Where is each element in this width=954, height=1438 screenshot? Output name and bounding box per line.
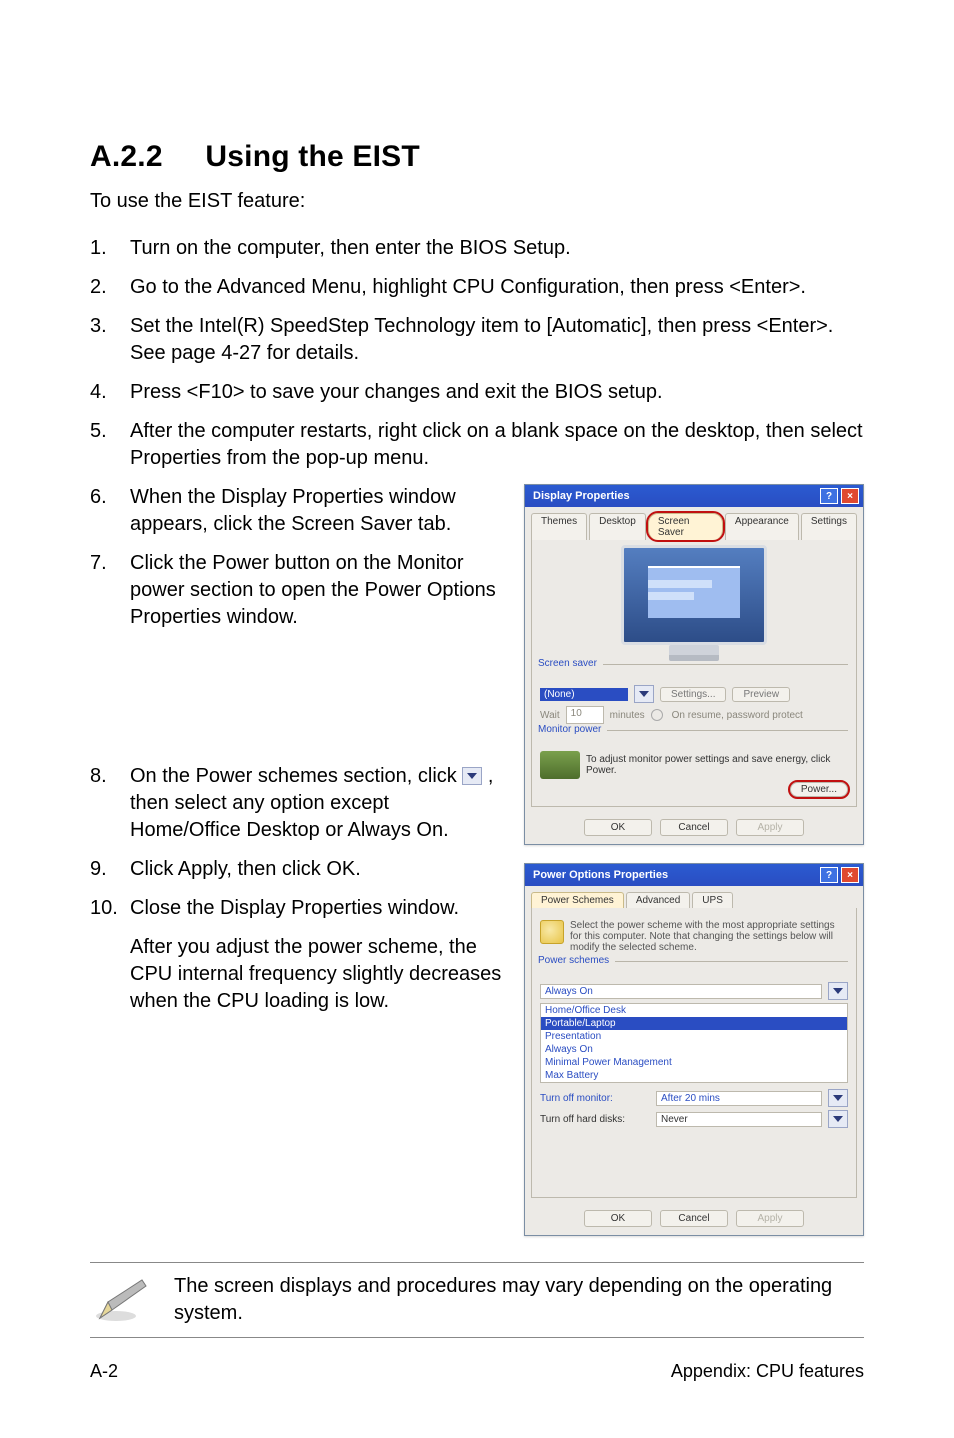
screensaver-select[interactable]: (None) bbox=[540, 688, 628, 701]
tab-screen-saver[interactable]: Screen Saver bbox=[648, 513, 723, 540]
cancel-button[interactable]: Cancel bbox=[660, 819, 728, 836]
disk-off-label: Turn off hard disks: bbox=[540, 1114, 650, 1125]
footer-title: Appendix: CPU features bbox=[671, 1361, 864, 1382]
step-number: 3. bbox=[90, 313, 130, 367]
note-text: The screen displays and procedures may v… bbox=[174, 1273, 864, 1327]
note-block: The screen displays and procedures may v… bbox=[90, 1262, 864, 1338]
step-number: 6. bbox=[90, 484, 130, 538]
ok-button[interactable]: OK bbox=[584, 819, 652, 836]
step-text: Click the Power button on the Monitor po… bbox=[130, 550, 504, 631]
section-number: A.2.2 bbox=[90, 140, 163, 173]
section-title: Using the EIST bbox=[205, 140, 420, 173]
wait-label: Wait bbox=[540, 710, 560, 721]
step-number: 4. bbox=[90, 379, 130, 406]
tab-desktop[interactable]: Desktop bbox=[589, 513, 646, 540]
dialog-title: Power Options Properties bbox=[533, 869, 668, 881]
chevron-down-icon[interactable] bbox=[828, 1089, 848, 1107]
energy-icon bbox=[540, 751, 580, 779]
step-text: Press <F10> to save your changes and exi… bbox=[130, 379, 864, 406]
monitor-power-label: Monitor power bbox=[538, 724, 607, 735]
step8-a: On the Power schemes section, click bbox=[130, 765, 462, 787]
step-number: 2. bbox=[90, 274, 130, 301]
step-number: 8. bbox=[90, 763, 130, 844]
resume-label: On resume, password protect bbox=[672, 710, 803, 721]
scheme-select[interactable]: Always On bbox=[540, 984, 822, 999]
after-note: After you adjust the power scheme, the C… bbox=[90, 934, 504, 1015]
page-footer: A-2 Appendix: CPU features bbox=[90, 1361, 864, 1382]
scheme-description: Select the power scheme with the most ap… bbox=[570, 920, 848, 953]
list-item[interactable]: Home/Office Desk bbox=[541, 1004, 847, 1017]
settings-button[interactable]: Settings... bbox=[660, 687, 726, 702]
screensaver-label: Screen saver bbox=[538, 658, 603, 669]
monitor-off-select[interactable]: After 20 mins bbox=[656, 1091, 822, 1106]
dialog-title: Display Properties bbox=[533, 490, 630, 502]
close-button[interactable]: × bbox=[841, 867, 859, 883]
step-text: Turn on the computer, then enter the BIO… bbox=[130, 235, 864, 262]
step-text: When the Display Properties window appea… bbox=[130, 484, 504, 538]
tab-settings[interactable]: Settings bbox=[801, 513, 857, 540]
section-heading: A.2.2 Using the EIST bbox=[90, 140, 864, 174]
intro-text: To use the EIST feature: bbox=[90, 190, 864, 213]
help-button[interactable]: ? bbox=[820, 867, 838, 883]
step-number: 1. bbox=[90, 235, 130, 262]
step-text: Close the Display Properties window. bbox=[130, 895, 504, 922]
disk-off-select[interactable]: Never bbox=[656, 1112, 822, 1127]
power-options-dialog: Power Options Properties ? × Power Schem… bbox=[524, 863, 864, 1236]
tab-ups[interactable]: UPS bbox=[692, 892, 733, 908]
step-text: Set the Intel(R) SpeedStep Technology it… bbox=[130, 313, 864, 367]
chevron-down-icon[interactable] bbox=[634, 685, 654, 703]
monitor-power-desc: To adjust monitor power settings and sav… bbox=[586, 754, 848, 776]
list-item[interactable]: Always On bbox=[541, 1043, 847, 1056]
step-number: 7. bbox=[90, 550, 130, 631]
pencil-icon bbox=[94, 1276, 152, 1324]
apply-button[interactable]: Apply bbox=[736, 1210, 804, 1227]
wait-field[interactable]: 10 bbox=[566, 706, 604, 724]
tab-appearance[interactable]: Appearance bbox=[725, 513, 799, 540]
list-item[interactable]: Max Battery bbox=[541, 1069, 847, 1082]
help-button[interactable]: ? bbox=[820, 488, 838, 504]
list-item[interactable]: Presentation bbox=[541, 1030, 847, 1043]
tab-advanced[interactable]: Advanced bbox=[626, 892, 690, 908]
list-item[interactable]: Minimal Power Management bbox=[541, 1056, 847, 1069]
display-properties-dialog: Display Properties ? × Themes Desktop Sc… bbox=[524, 484, 864, 845]
chevron-down-icon[interactable] bbox=[828, 982, 848, 1000]
tab-power-schemes[interactable]: Power Schemes bbox=[531, 892, 624, 908]
cancel-button[interactable]: Cancel bbox=[660, 1210, 728, 1227]
dropdown-icon bbox=[462, 767, 482, 785]
ok-button[interactable]: OK bbox=[584, 1210, 652, 1227]
monitor-preview bbox=[540, 548, 848, 658]
step-number: 10. bbox=[90, 895, 130, 922]
chevron-down-icon[interactable] bbox=[828, 1110, 848, 1128]
steps-list: 1.Turn on the computer, then enter the B… bbox=[90, 235, 864, 472]
step-text: Go to the Advanced Menu, highlight CPU C… bbox=[130, 274, 864, 301]
plug-icon bbox=[540, 920, 564, 944]
step-number: 9. bbox=[90, 856, 130, 883]
monitor-off-label: Turn off monitor: bbox=[540, 1093, 650, 1104]
tab-themes[interactable]: Themes bbox=[531, 513, 587, 540]
tabs: Themes Desktop Screen Saver Appearance S… bbox=[525, 507, 863, 540]
step-text: On the Power schemes section, click , th… bbox=[130, 763, 504, 844]
step-number: 5. bbox=[90, 418, 130, 472]
step-text: After the computer restarts, right click… bbox=[130, 418, 864, 472]
preview-button[interactable]: Preview bbox=[732, 687, 790, 702]
list-item[interactable]: Portable/Laptop bbox=[541, 1017, 847, 1030]
step-text: Click Apply, then click OK. bbox=[130, 856, 504, 883]
power-button[interactable]: Power... bbox=[790, 782, 848, 797]
close-button[interactable]: × bbox=[841, 488, 859, 504]
power-schemes-label: Power schemes bbox=[538, 955, 615, 966]
wait-minutes: minutes bbox=[610, 710, 645, 721]
apply-button[interactable]: Apply bbox=[736, 819, 804, 836]
resume-checkbox[interactable] bbox=[651, 709, 663, 721]
footer-page: A-2 bbox=[90, 1361, 118, 1382]
scheme-options[interactable]: Home/Office Desk Portable/Laptop Present… bbox=[540, 1003, 848, 1083]
